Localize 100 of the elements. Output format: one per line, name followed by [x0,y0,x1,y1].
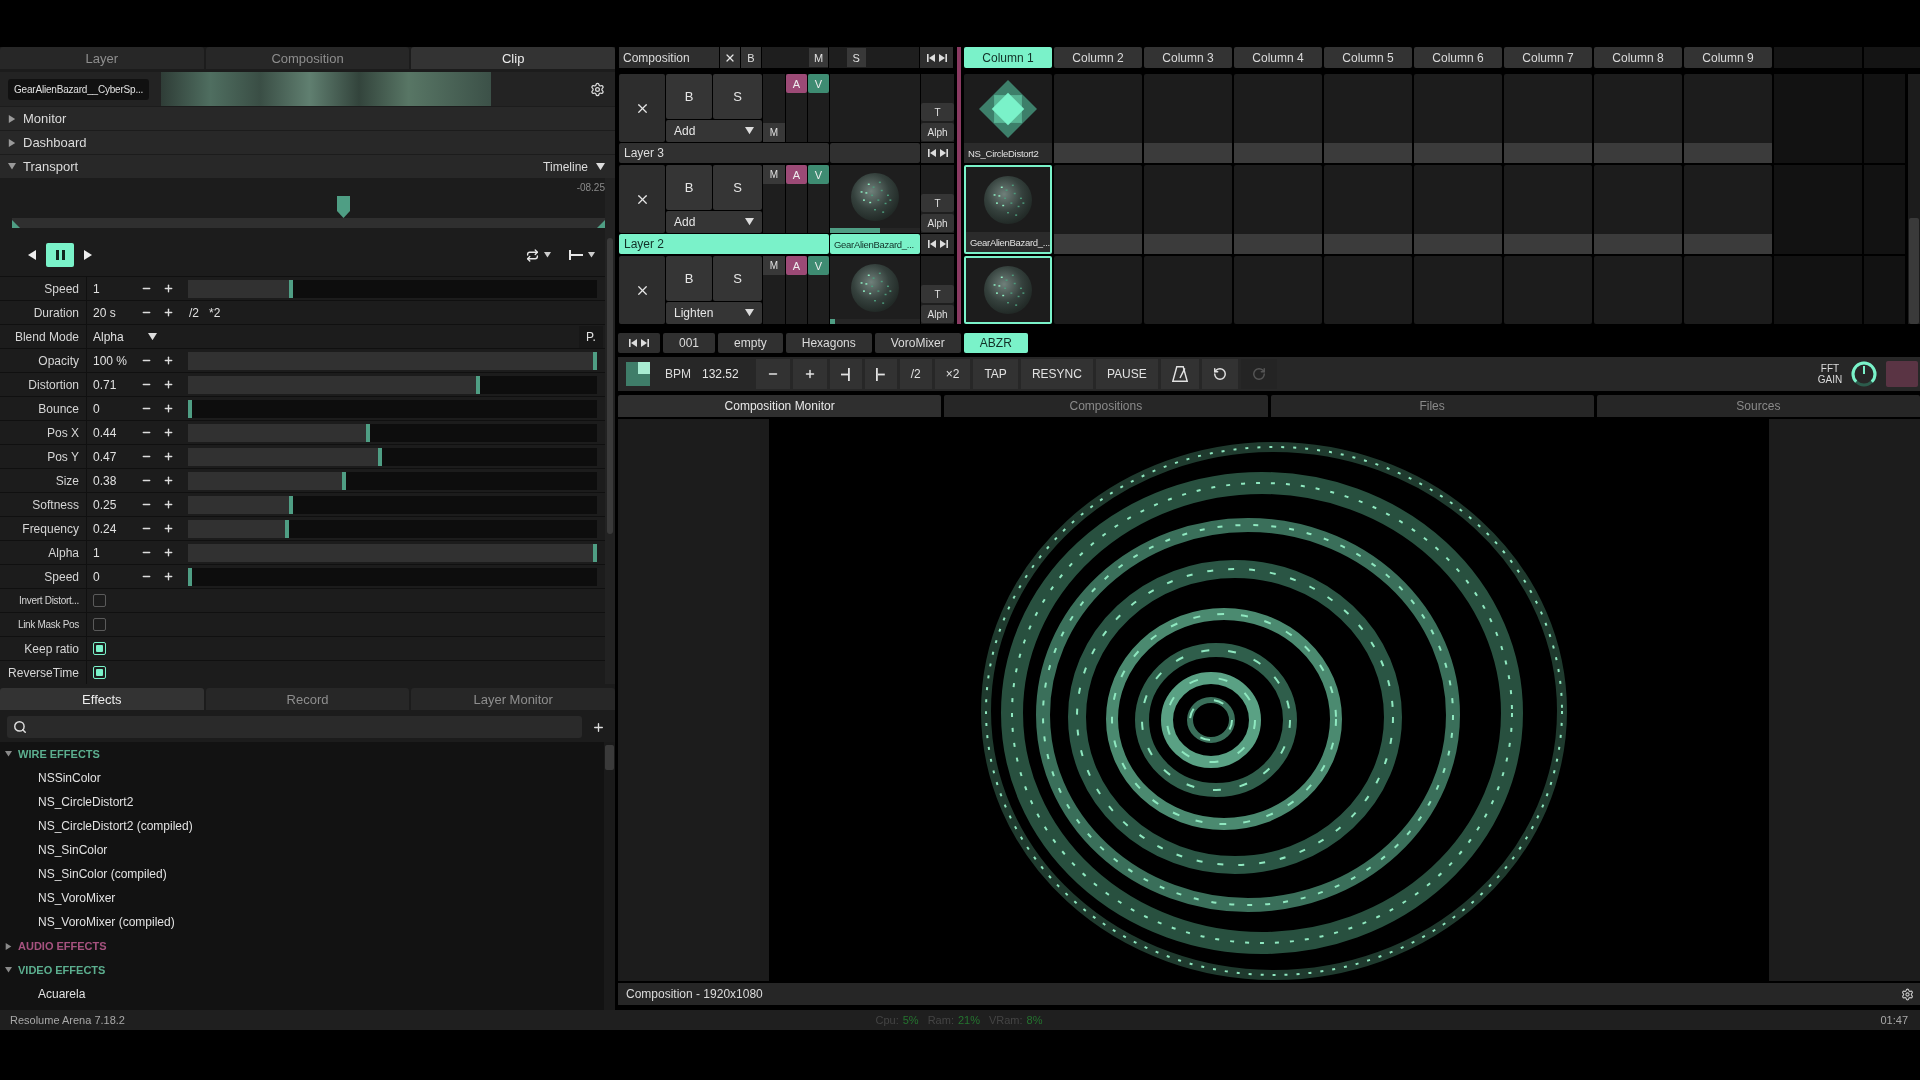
audio-toggle[interactable]: A [786,165,807,184]
blend-dropdown[interactable]: Alpha [87,329,157,344]
blend-dropdown[interactable]: Lighten [666,302,762,324]
column-tab[interactable]: Column 6 [1414,47,1502,68]
settings-icon[interactable] [1901,987,1914,1001]
fader-track[interactable]: M [763,256,785,324]
param-value[interactable]: 0.47 [87,449,135,464]
slider-thumb[interactable] [341,471,346,490]
effect-item[interactable]: Acuarela [0,982,604,1006]
param-value[interactable]: 0.24 [87,521,135,536]
tempo-button[interactable]: ×2 [934,359,971,389]
blend-dropdown[interactable]: Add [666,120,762,142]
panel-tab[interactable]: Effects [0,688,204,710]
in-point-icon[interactable] [12,220,20,228]
slider-track[interactable] [188,279,597,298]
play-mode-dropdown[interactable] [569,250,595,260]
column-tab[interactable]: Column 2 [1054,47,1142,68]
audio-toggle[interactable]: A [786,74,807,93]
master-fader-track[interactable]: M [762,47,828,68]
bypass-button[interactable]: B [741,47,761,68]
nudge-back-button[interactable] [829,359,862,389]
nudge-forward-button[interactable] [864,359,897,389]
effect-item[interactable]: NS_CircleDistort2 [0,790,604,814]
tempo-button[interactable]: PAUSE [1095,359,1158,389]
panel-tab[interactable]: Layer [0,47,204,69]
param-value[interactable]: 0.25 [87,497,135,512]
deck-tab[interactable]: VoroMixer [874,333,961,353]
effect-category[interactable]: VIDEO EFFECTS [0,958,604,982]
empty-clip-slot[interactable] [1324,256,1412,324]
tempo-button[interactable]: RESYNC [1020,359,1093,389]
scrollbar[interactable] [1908,74,1920,324]
empty-clip-slot[interactable] [1684,165,1772,254]
column-tab[interactable]: Column 5 [1324,47,1412,68]
column-tab[interactable]: Column 7 [1504,47,1592,68]
clip-slot[interactable] [964,256,1052,324]
slider-thumb[interactable] [289,279,294,298]
factor-button[interactable]: *2 [209,305,221,320]
fader-handle[interactable]: M [763,123,785,142]
mode-button[interactable]: Alph [921,305,954,323]
slider-thumb[interactable] [475,375,480,394]
column-tab[interactable]: Column 4 [1234,47,1322,68]
slider-track[interactable] [188,543,597,562]
column-tab[interactable]: Column 3 [1144,47,1232,68]
clip-slot[interactable]: GearAlienBazard_... [964,165,1052,254]
solo-button[interactable]: S [713,74,762,119]
layer-name[interactable]: Layer 2 [619,234,829,254]
effect-item[interactable]: NSSinColor [0,766,604,790]
empty-clip-slot[interactable] [1234,74,1322,163]
transition-button[interactable]: T [921,285,954,303]
panel-tab[interactable]: Layer Monitor [411,688,615,710]
monitor-tab[interactable]: Compositions [944,395,1268,417]
slider-track[interactable] [188,399,597,418]
empty-clip-slot[interactable] [1504,256,1592,324]
transition-button[interactable]: T [921,194,954,212]
fader-track[interactable]: M [763,165,785,233]
bpm-value[interactable]: 132.52 [702,367,739,381]
empty-clip-slot[interactable] [1054,165,1142,254]
empty-clip-slot[interactable] [1324,165,1412,254]
skip-buttons[interactable] [921,143,954,163]
video-toggle[interactable]: V [808,256,829,275]
effect-item[interactable]: NS_CircleDistort2 (compiled) [0,814,604,838]
video-toggle[interactable]: V [808,74,829,93]
empty-clip-slot[interactable] [1414,165,1502,254]
effect-category[interactable]: WIRE EFFECTS [0,742,604,766]
empty-clip-slot[interactable] [1324,74,1412,163]
slider-track[interactable] [188,495,597,514]
effect-item[interactable]: NS_VoroMixer (compiled) [0,910,604,934]
param-value[interactable]: 20 s [87,305,135,320]
slider-thumb[interactable] [285,519,290,538]
video-toggle[interactable]: V [808,165,829,184]
slider-thumb[interactable] [188,399,192,418]
empty-clip-slot[interactable] [1414,74,1502,163]
effect-item[interactable]: NS_VoroMixer [0,886,604,910]
effect-item[interactable]: NS_SinColor (compiled) [0,862,604,886]
empty-clip-slot[interactable] [1684,74,1772,163]
slider-track[interactable] [188,519,597,538]
effect-category[interactable]: AUDIO EFFECTS [0,934,604,958]
factor-button[interactable]: /2 [189,305,199,320]
fader-handle[interactable]: M [763,256,785,275]
param-value[interactable]: 0 [87,569,135,584]
monitor-tab[interactable]: Sources [1596,395,1920,417]
checkbox[interactable] [93,594,106,607]
slider-thumb[interactable] [366,423,371,442]
slider-track[interactable] [188,423,597,442]
panel-tab[interactable]: Record [205,688,410,710]
knob-icon[interactable] [1851,361,1877,387]
skip-buttons[interactable] [618,333,660,353]
p-button[interactable]: P. [579,325,603,348]
speed-fader-track[interactable]: S [829,47,919,68]
effect-item[interactable]: NS_SinColor [0,838,604,862]
empty-clip-slot[interactable] [1144,256,1232,324]
tempo-button[interactable]: TAP [973,359,1018,389]
skip-buttons[interactable] [921,234,954,254]
slider-track[interactable] [188,567,597,586]
empty-clip-slot[interactable] [1414,256,1502,324]
empty-clip-slot[interactable] [1594,165,1682,254]
empty-clip-slot[interactable] [1144,165,1232,254]
empty-clip-slot[interactable] [1234,165,1322,254]
metronome-button[interactable] [1160,359,1199,389]
slider-thumb[interactable] [593,351,597,370]
